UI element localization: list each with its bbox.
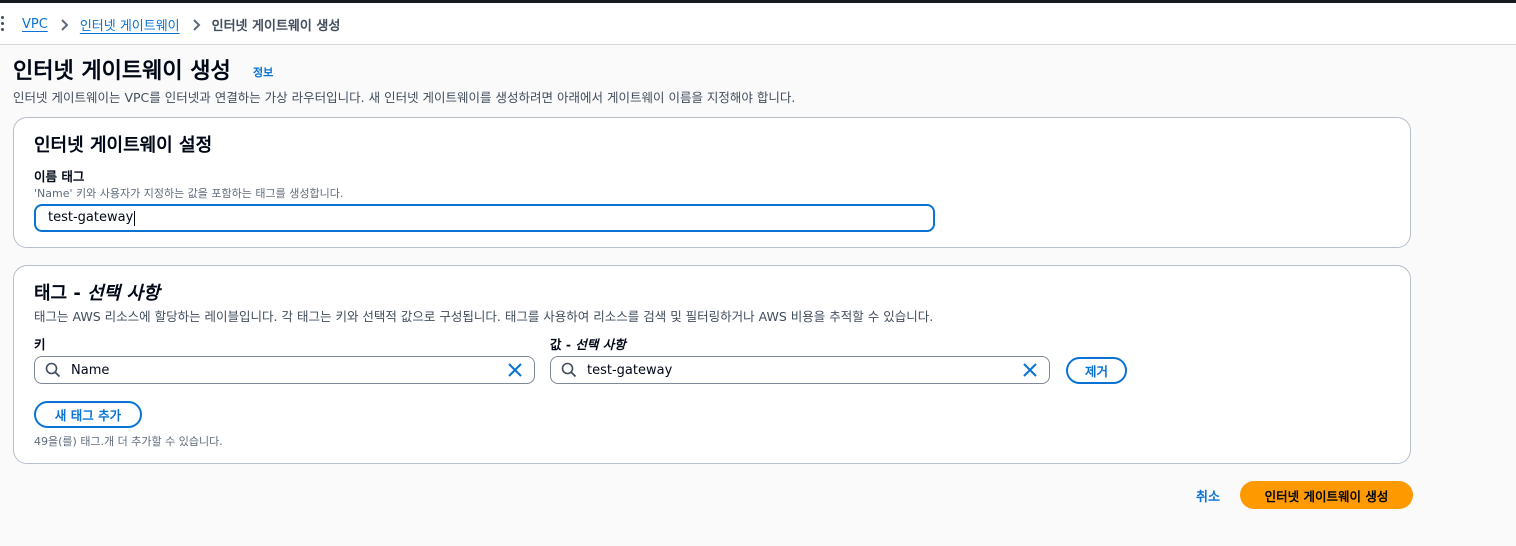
text-cursor <box>134 210 136 226</box>
breadcrumb-current: 인터넷 게이트웨이 생성 <box>211 19 341 34</box>
remove-tag-button[interactable]: 제거 <box>1066 357 1127 384</box>
tags-description: 태그는 AWS 리소스에 할당하는 레이블입니다. 각 태그는 키와 선택적 값… <box>34 309 934 324</box>
cancel-button[interactable]: 취소 <box>1196 486 1220 505</box>
settings-heading: 인터넷 게이트웨이 설정 <box>34 135 213 156</box>
breadcrumb: VPC 인터넷 게이트웨이 인터넷 게이트웨이 생성 <box>22 15 340 34</box>
breadcrumb-internet-gateways[interactable]: 인터넷 게이트웨이 <box>80 15 180 34</box>
tags-heading: 태그 - 선택 사항 <box>34 283 160 304</box>
search-icon <box>45 362 61 378</box>
breadcrumb-bar: VPC 인터넷 게이트웨이 인터넷 게이트웨이 생성 <box>0 3 1516 45</box>
tag-value-input[interactable]: test-gateway <box>550 356 1050 384</box>
page-description: 인터넷 게이트웨이는 VPC를 인터넷과 연결하는 가상 라우터입니다. 새 인… <box>13 90 796 105</box>
name-tag-hint: 'Name' 키와 사용자가 지정하는 값을 포함하는 태그를 생성합니다. <box>34 187 344 200</box>
breadcrumb-vpc[interactable]: VPC <box>22 17 48 32</box>
add-tag-button[interactable]: 새 태그 추가 <box>34 401 142 428</box>
tag-limit-note: 49을(를) 태그.개 더 추가할 수 있습니다. <box>34 435 223 448</box>
tag-key-input[interactable]: Name <box>34 356 535 384</box>
gateway-settings-panel: 인터넷 게이트웨이 설정 이름 태그 'Name' 키와 사용자가 지정하는 값… <box>13 117 1411 248</box>
name-tag-label: 이름 태그 <box>34 169 85 184</box>
page-title: 인터넷 게이트웨이 생성 <box>13 59 231 84</box>
value-label: 값 - 선택 사항 <box>550 337 626 352</box>
menu-icon[interactable] <box>1 16 5 34</box>
tag-key-value: Name <box>71 362 110 378</box>
name-tag-input[interactable]: test-gateway <box>34 204 935 232</box>
chevron-right-icon <box>61 18 69 31</box>
close-icon[interactable] <box>1021 361 1039 379</box>
key-label: 키 <box>34 337 46 352</box>
info-link[interactable]: 정보 <box>253 64 273 80</box>
tags-panel: 태그 - 선택 사항 태그는 AWS 리소스에 할당하는 레이블입니다. 각 태… <box>13 265 1411 464</box>
search-icon <box>561 362 577 378</box>
name-tag-value: test-gateway <box>48 210 134 225</box>
create-gateway-button[interactable]: 인터넷 게이트웨이 생성 <box>1240 481 1413 509</box>
chevron-right-icon <box>192 18 201 31</box>
tag-value-value: test-gateway <box>587 362 673 378</box>
close-icon[interactable] <box>506 361 524 379</box>
